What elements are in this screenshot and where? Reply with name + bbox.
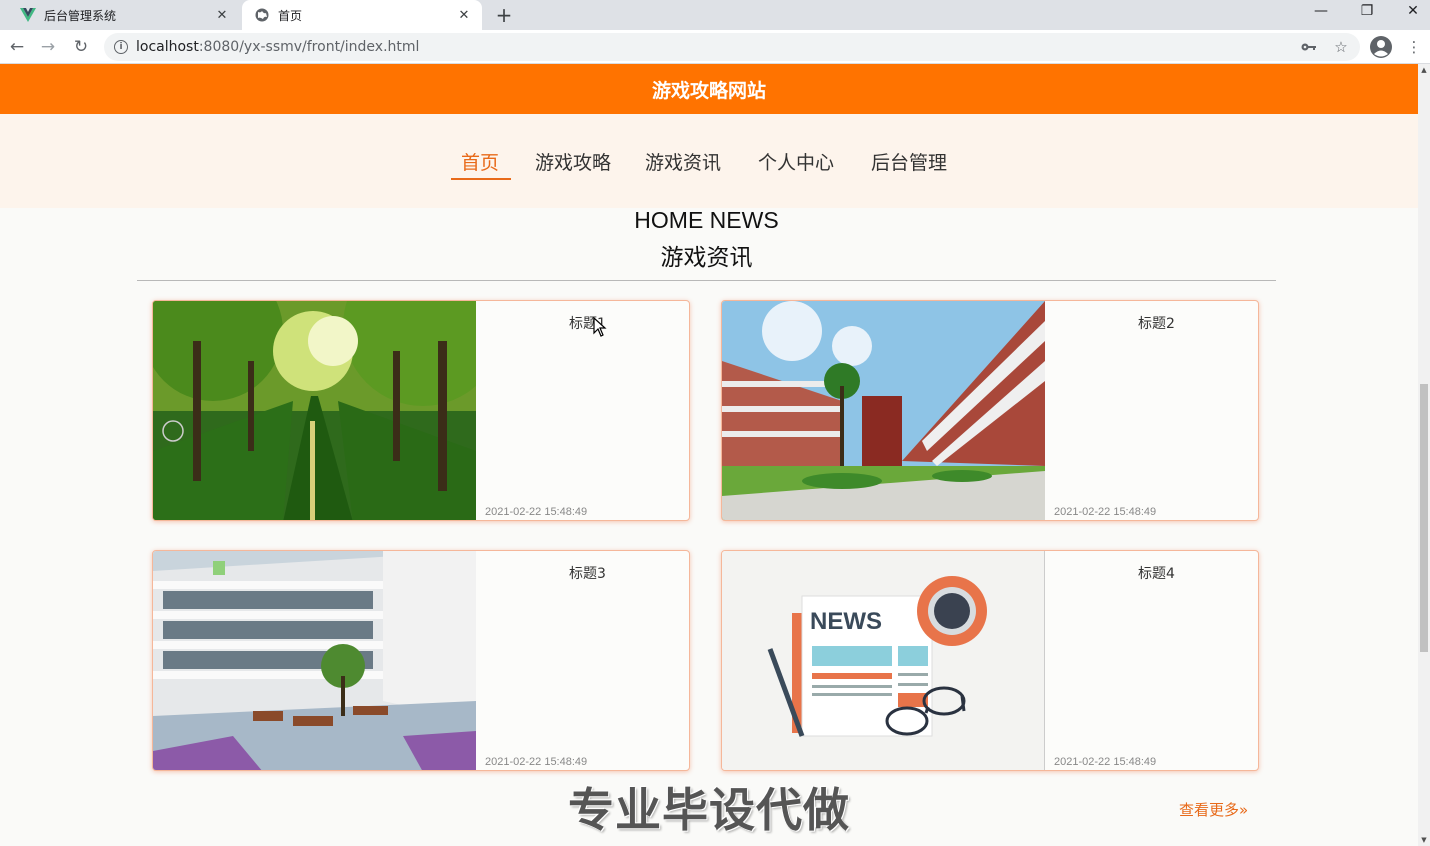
globe-icon	[254, 7, 270, 23]
news-thumbnail-tree-road[interactable]	[153, 301, 476, 520]
view-more-label: 查看更多	[1179, 801, 1240, 819]
page-scrollbar[interactable]: ▲ ▼	[1418, 64, 1430, 846]
browser-toolbar: ← → ↻ i localhost:8080/yx-ssmv/front/ind…	[0, 30, 1430, 64]
news-image-label: NEWS	[810, 608, 882, 635]
news-date: 2021-02-22 15:48:49	[1054, 756, 1157, 768]
close-tab-icon[interactable]: ✕	[212, 8, 232, 23]
browser-tab-home[interactable]: 首页 ✕	[242, 0, 482, 30]
nav-item-profile[interactable]: 个人中心	[758, 148, 834, 175]
menu-icon[interactable]: ⋮	[1402, 35, 1426, 59]
nav-item-home[interactable]: 首页	[461, 148, 499, 175]
news-date: 2021-02-22 15:48:49	[485, 756, 588, 768]
profile-icon[interactable]	[1369, 35, 1393, 59]
scroll-up-icon[interactable]: ▲	[1420, 66, 1428, 76]
restore-icon[interactable]: ❐	[1344, 0, 1390, 22]
web-page: 游戏攻略网站 首页 游戏攻略 游戏资讯 个人中心 后台管理 HOME NEWS …	[0, 64, 1418, 846]
news-thumbnail-courtyard[interactable]	[153, 551, 476, 770]
info-icon[interactable]: i	[114, 40, 128, 54]
scrollbar-thumb[interactable]	[1420, 384, 1428, 652]
news-date: 2021-02-22 15:48:49	[1054, 506, 1157, 518]
tab-title: 后台管理系统	[44, 8, 117, 23]
news-title[interactable]: 标题1	[476, 313, 689, 333]
star-icon[interactable]: ☆	[1329, 35, 1353, 59]
news-card[interactable]: 标题1 2021-02-22 15:48:49	[152, 300, 690, 521]
scroll-down-icon[interactable]: ▼	[1420, 836, 1428, 846]
news-card[interactable]: 标题3 2021-02-22 15:48:49	[152, 550, 690, 771]
browser-tab-admin[interactable]: 后台管理系统 ✕	[8, 0, 240, 30]
forward-icon[interactable]: →	[36, 35, 60, 59]
nav-item-game-guides[interactable]: 游戏攻略	[535, 148, 611, 175]
view-more-link[interactable]: 查看更多»	[1179, 799, 1248, 820]
section-divider	[137, 280, 1276, 281]
key-icon[interactable]	[1297, 35, 1321, 59]
news-title[interactable]: 标题4	[1045, 563, 1258, 583]
new-tab-icon[interactable]: +	[492, 0, 516, 30]
minimize-icon[interactable]: —	[1298, 0, 1344, 22]
main-nav: 首页 游戏攻略 游戏资讯 个人中心 后台管理	[0, 114, 1418, 208]
nav-item-admin[interactable]: 后台管理	[871, 148, 947, 175]
news-date: 2021-02-22 15:48:49	[485, 506, 588, 518]
news-card[interactable]: NEWS 标题4 2021-02-22 15:48:49	[721, 550, 1259, 771]
overlay-watermark: 专业毕设代做	[568, 783, 850, 837]
news-thumbnail-news-illustration[interactable]: NEWS	[722, 551, 1045, 770]
section-title-cn: 游戏资讯	[660, 245, 753, 271]
reload-icon[interactable]: ↻	[69, 35, 93, 59]
browser-tab-bar: 后台管理系统 ✕ 首页 ✕ + — ❐ ✕	[0, 0, 1430, 30]
nav-item-game-news[interactable]: 游戏资讯	[645, 148, 721, 175]
news-card[interactable]: 标题2 2021-02-22 15:48:49	[721, 300, 1259, 521]
vue-logo-icon	[20, 7, 36, 23]
url-text: localhost:8080/yx-ssmv/front/index.html	[136, 39, 420, 55]
mouse-cursor-icon	[593, 316, 607, 341]
back-icon[interactable]: ←	[5, 35, 29, 59]
double-chevron-right-icon: »	[1239, 801, 1249, 819]
site-header: 游戏攻略网站	[0, 64, 1418, 114]
tab-title: 首页	[278, 8, 303, 23]
address-bar[interactable]: i localhost:8080/yx-ssmv/front/index.htm…	[104, 33, 1360, 61]
news-title[interactable]: 标题2	[1045, 313, 1258, 333]
active-nav-indicator	[451, 178, 511, 180]
close-tab-icon[interactable]: ✕	[454, 8, 474, 23]
news-thumbnail-campus[interactable]	[722, 301, 1045, 520]
site-title: 游戏攻略网站	[651, 79, 766, 102]
section-title-en: HOME NEWS	[634, 207, 779, 233]
news-title[interactable]: 标题3	[476, 563, 689, 583]
close-window-icon[interactable]: ✕	[1390, 0, 1430, 22]
